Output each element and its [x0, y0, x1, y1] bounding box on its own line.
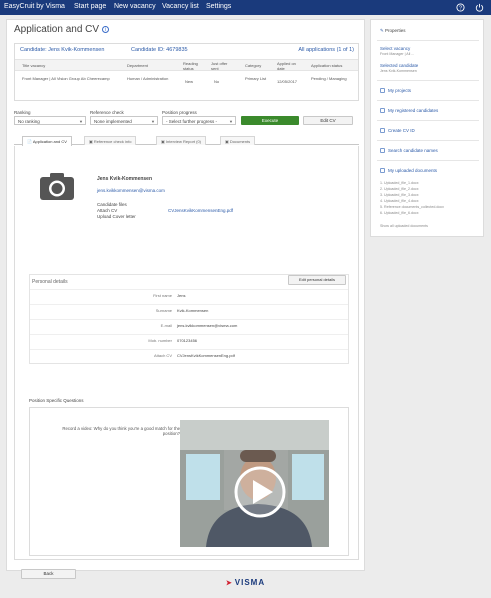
user-icon	[380, 108, 385, 113]
cell-application-status: Pending / Managing	[311, 76, 347, 81]
video-player[interactable]	[180, 420, 329, 547]
folder-icon	[380, 88, 385, 93]
cell-reading-status: New	[185, 79, 194, 84]
tab-content: Jens Kvik-Kommensen jens.kvikkommensen@v…	[14, 146, 359, 560]
col-applied-on-date: Applied on date	[277, 61, 296, 71]
tab-reference-check-info[interactable]: ▣ Reference check info	[84, 136, 137, 145]
nav-start-page[interactable]: Start page	[74, 3, 106, 10]
candidate-applications-box: Candidate: Jens Kvik-Kommensen Candidate…	[14, 43, 359, 101]
cell-just-offer-sent: No	[214, 79, 220, 84]
nav-vacancy-list[interactable]: Vacancy list	[162, 3, 199, 10]
personal-row: First name Jens	[30, 289, 348, 300]
table-header-row: Title vacancy Department Reading status …	[15, 59, 358, 71]
sidebar-item-create-cv-id[interactable]: Create CV ID	[380, 128, 415, 133]
power-icon[interactable]	[474, 2, 485, 13]
candidate-name: Jens Kvik-Kommensen	[97, 176, 153, 182]
personal-details-title: Personal details	[32, 279, 68, 285]
cell-department: Human / Administration	[127, 76, 169, 81]
personal-row: Mob. number 070123456	[30, 334, 348, 345]
tab-interview-report[interactable]: ▣ Interview Report (0)	[156, 136, 207, 145]
col-title-vacancy: Title vacancy	[22, 63, 46, 68]
sidebar: ✎ Properties Select vacancy Front Manage…	[370, 19, 484, 237]
info-icon[interactable]: i	[102, 26, 110, 33]
question-text: Record a video: Why do you think you're …	[62, 426, 180, 436]
select-vacancy-sub: Front Manager | All ...	[380, 52, 415, 56]
personal-row: Surname Kvik-Kommensen	[30, 304, 348, 315]
selected-candidate-sub: Jens Kvik-Kommensen	[380, 69, 417, 73]
personal-details-box: Personal details Edit personal details F…	[29, 274, 349, 364]
cover-letter-label: Upload Cover letter	[97, 214, 136, 219]
uploaded-documents-list: 1. Uploaded_file_1.docx 2. Uploaded_file…	[380, 180, 444, 216]
footer-logo: ➤ VISMA	[225, 578, 266, 587]
chevron-down-icon: ▼	[151, 119, 155, 124]
attach-cv-link[interactable]: CVJensKvikKommensenEng.pdf	[177, 353, 235, 358]
show-all-documents-link[interactable]: Show all uploaded documents	[380, 223, 428, 229]
tab-documents[interactable]: ▣ Documents	[220, 136, 256, 145]
cell-applied-on-date: 12/05/2017	[277, 79, 298, 84]
col-department: Department	[127, 63, 148, 68]
properties-link[interactable]: ✎ Properties	[380, 28, 406, 34]
edit-personal-details-button[interactable]: Edit personal details	[288, 275, 346, 285]
position-progress-select[interactable]: - Select further progress - ▼	[162, 116, 236, 125]
sidebar-item-my-projects[interactable]: My projects	[380, 88, 411, 93]
document-icon	[380, 168, 385, 173]
cell-title-vacancy[interactable]: Front Manager | All Vision Group Ab Chee…	[22, 76, 122, 81]
edit-cv-button[interactable]: Edit CV	[303, 116, 353, 125]
sidebar-item-registered-candidates[interactable]: My registered candidates	[380, 108, 438, 113]
col-just-offer-sent: Just offer sent	[211, 61, 228, 71]
top-navigation-bar: EasyCruit by Visma Start page New vacanc…	[0, 0, 491, 15]
position-questions-title: Position Specific Questions	[29, 398, 84, 403]
personal-row: Attach CV CVJensKvikKommensenEng.pdf	[30, 349, 348, 360]
ranking-label: Ranking	[14, 110, 31, 115]
page-title: Application and CV i	[14, 24, 110, 35]
cell-category: Primary List	[245, 76, 267, 81]
sidebar-item-uploaded-documents[interactable]: My uploaded documents	[380, 168, 437, 173]
reference-check-label: Reference check	[90, 110, 124, 115]
sidebar-item-search-candidates[interactable]: Search candidate names	[380, 148, 438, 153]
position-questions-box: Record a video: Why do you think you're …	[29, 407, 349, 556]
cv-file-link[interactable]: CVJensKvikKommensenEng.pdf	[168, 208, 233, 214]
help-icon[interactable]: ?	[455, 2, 466, 13]
nav-new-vacancy[interactable]: New vacancy	[114, 3, 156, 10]
pencil-icon: ✎	[380, 28, 384, 33]
visma-logo-icon: ➤	[225, 580, 233, 587]
chevron-down-icon: ▼	[229, 119, 233, 124]
col-reading-status: Reading status	[183, 61, 198, 71]
svg-text:?: ?	[459, 5, 462, 11]
tab-bar: 📄 Application and CV ▣ Reference check i…	[14, 136, 359, 146]
personal-row: E-mail jens.kvikkommensen@visma.com	[30, 319, 348, 330]
reference-check-select[interactable]: None implemented ▼	[90, 116, 158, 125]
nav-settings[interactable]: Settings	[206, 3, 231, 10]
col-category: Category	[245, 63, 262, 68]
id-card-icon	[380, 128, 385, 133]
main-panel: Application and CV i Candidate: Jens Kvik…	[6, 19, 365, 579]
search-icon	[380, 148, 385, 153]
ranking-select[interactable]: No ranking ▼	[14, 116, 86, 125]
candidate-email-link[interactable]: jens.kvikkommensen@visma.com	[97, 188, 165, 194]
col-application-status: Application status	[311, 63, 343, 68]
app-brand[interactable]: EasyCruit by Visma	[4, 3, 65, 10]
tab-application-and-cv[interactable]: 📄 Application and CV	[22, 136, 72, 146]
execute-button[interactable]: Execute	[241, 116, 299, 125]
list-item[interactable]: 6. Uploaded_file_6.docx	[380, 210, 444, 216]
chevron-down-icon: ▼	[79, 119, 83, 124]
all-applications-link[interactable]: All applications (1 of 1)	[298, 47, 354, 53]
camera-icon[interactable]	[36, 170, 78, 204]
email-link[interactable]: jens.kvikkommensen@visma.com	[177, 323, 237, 328]
candidate-name-link[interactable]: Candidate: Jens Kvik-Kommensen	[20, 47, 104, 53]
position-progress-label: Position progress	[162, 110, 197, 115]
candidate-id: Candidate ID: 4679835	[131, 47, 188, 53]
